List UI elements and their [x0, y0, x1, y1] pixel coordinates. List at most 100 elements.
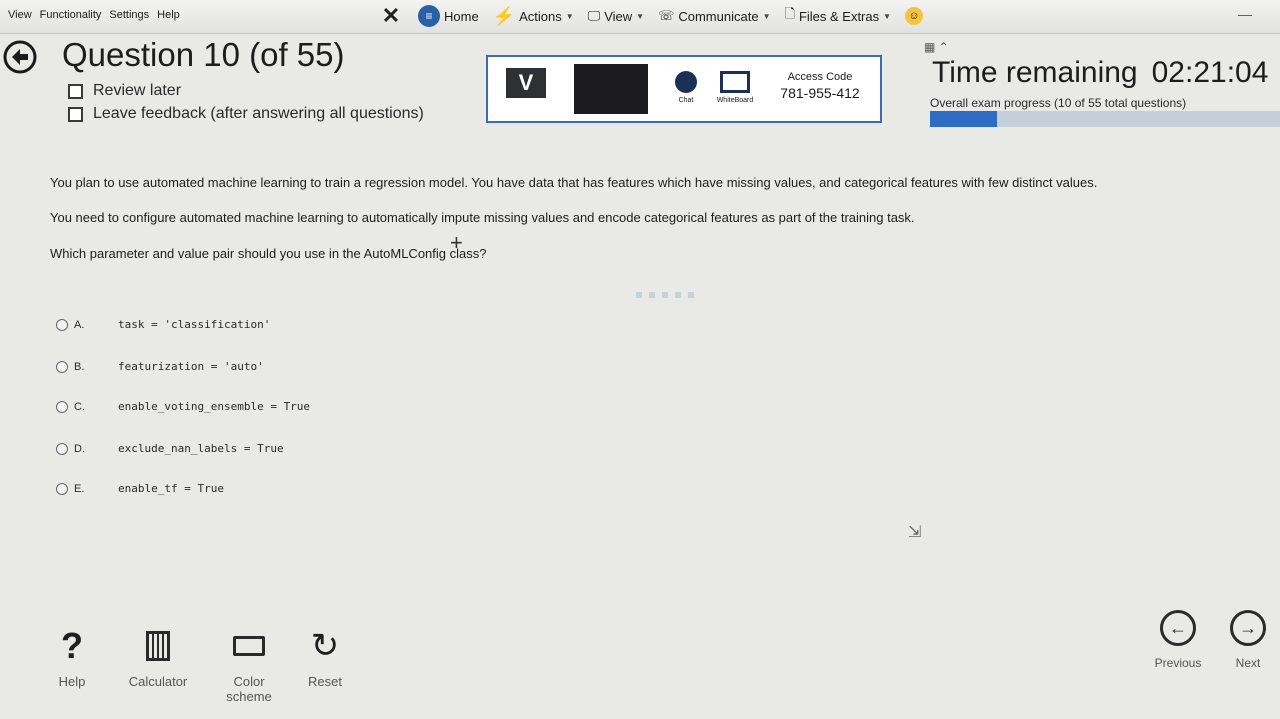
chat-bubble-icon — [675, 71, 697, 93]
exam-progress-fill — [930, 111, 997, 127]
communicate-menu[interactable]: ☏ Communicate ▼ — [658, 2, 770, 30]
checkbox-icon — [68, 83, 83, 99]
time-remaining-label: Time remaining — [932, 56, 1138, 89]
radio-button[interactable] — [56, 482, 68, 495]
question-paragraph: You need to configure automated machine … — [50, 210, 915, 225]
home-icon: ≡ — [418, 5, 440, 27]
review-later-checkbox[interactable]: Review later — [68, 82, 181, 100]
menu-bar: View Functionality Settings Help — [8, 9, 180, 21]
smiley-icon: ☺ — [905, 7, 924, 25]
lightning-icon: ⚡ — [492, 5, 516, 26]
webcam-video — [574, 64, 648, 114]
option-code: enable_voting_ensemble = True — [118, 400, 311, 413]
home-button[interactable]: ≡ Home — [418, 2, 479, 30]
exam-progress-bar — [930, 111, 1280, 127]
option-code: featurization = 'auto' — [118, 360, 264, 373]
remote-session-panel: V Chat WhiteBoard Access Code 781-955-41… — [486, 55, 882, 123]
help-label: Help — [58, 674, 86, 689]
help-button[interactable]: ? Help — [52, 625, 92, 689]
view-label: View — [604, 8, 633, 24]
option-letter: C. — [74, 400, 85, 413]
reset-label: Reset — [308, 674, 342, 689]
radio-button[interactable] — [56, 360, 68, 373]
option-code: task = 'classification' — [118, 318, 271, 331]
reset-icon: ↻ — [310, 627, 340, 665]
vendor-logo: V — [506, 68, 546, 98]
radio-button[interactable] — [56, 442, 68, 455]
calculator-icon — [146, 631, 170, 661]
arrow-left-icon: ← — [1160, 610, 1196, 646]
files-extras-menu[interactable]: 🗋 Files & Extras ▼ — [784, 2, 891, 30]
loading-dots — [636, 292, 694, 298]
menu-functionality[interactable]: Functionality — [40, 9, 102, 21]
option-letter: A. — [74, 318, 85, 331]
previous-button[interactable]: ← Previous — [1150, 610, 1206, 670]
files-label: Files & Extras — [798, 8, 880, 24]
actions-menu[interactable]: ⚡ Actions ▼ — [493, 2, 574, 30]
color-scheme-button[interactable]: Color scheme — [212, 626, 286, 704]
whiteboard-icon — [720, 71, 750, 93]
caret-down-icon: ▼ — [565, 11, 574, 21]
session-toolbar: ✕ ≡ Home ⚡ Actions ▼ 🖵 View ▼ ☏ Communic… — [378, 2, 924, 30]
communicate-icon: ☏ — [658, 8, 675, 23]
question-mark-icon: ? — [61, 625, 83, 666]
dot — [662, 292, 668, 298]
radio-button[interactable] — [56, 318, 68, 331]
caret-down-icon: ▼ — [883, 11, 892, 21]
answer-option-d[interactable]: D. exclude_nan_labels = True — [56, 442, 284, 455]
close-session-button[interactable]: ✕ — [378, 2, 404, 30]
option-letter: D. — [74, 442, 85, 455]
reset-button[interactable]: ↻ Reset — [300, 626, 350, 689]
dot — [636, 292, 642, 298]
feedback-smiley-button[interactable]: ☺ — [905, 2, 924, 30]
dot — [688, 292, 694, 298]
leave-feedback-checkbox[interactable]: Leave feedback (after answering all ques… — [68, 105, 424, 123]
next-button[interactable]: → Next — [1228, 610, 1268, 670]
caret-down-icon: ▼ — [762, 11, 771, 21]
leave-feedback-label: Leave feedback (after answering all ques… — [93, 105, 424, 122]
access-code-value: 781-955-412 — [780, 85, 860, 101]
chat-label: Chat — [678, 97, 694, 104]
home-label: Home — [444, 8, 479, 24]
close-icon: ✕ — [381, 3, 401, 28]
expand-collapse-icon[interactable]: ▦ ⌃ — [924, 40, 949, 54]
option-letter: B. — [74, 360, 85, 373]
question-paragraph: You plan to use automated machine learni… — [50, 175, 1098, 190]
color-scheme-label: Color scheme — [226, 674, 272, 704]
question-prompt: Which parameter and value pair should yo… — [50, 246, 487, 261]
question-title: Question 10 (of 55) — [62, 36, 345, 73]
answer-option-e[interactable]: E. enable_tf = True — [56, 482, 224, 495]
whiteboard-label: WhiteBoard — [716, 97, 754, 104]
arrow-right-icon: → — [1230, 610, 1266, 646]
caret-down-icon: ▼ — [636, 11, 645, 21]
mouse-pointer-icon: ⇲ — [908, 524, 922, 541]
menu-help[interactable]: Help — [157, 9, 180, 21]
review-later-label: Review later — [93, 82, 182, 99]
communicate-label: Communicate — [678, 8, 759, 24]
answer-option-b[interactable]: B. featurization = 'auto' — [56, 360, 264, 373]
time-remaining-value: 02:21:04 — [1151, 56, 1269, 89]
remote-toolbar: View Functionality Settings Help ✕ ≡ Hom… — [0, 0, 1280, 34]
menu-view[interactable]: View — [8, 9, 32, 21]
answer-option-a[interactable]: A. task = 'classification' — [56, 318, 270, 331]
exam-progress-label: Overall exam progress (10 of 55 total qu… — [930, 96, 1187, 110]
file-icon: 🗋 — [784, 6, 795, 21]
option-code: enable_tf = True — [118, 482, 224, 495]
crosshair-cursor-icon: + — [450, 230, 463, 255]
calculator-button[interactable]: Calculator — [118, 626, 198, 689]
whiteboard-button[interactable]: WhiteBoard — [710, 71, 760, 104]
menu-settings[interactable]: Settings — [109, 9, 149, 21]
actions-label: Actions — [519, 8, 562, 24]
option-letter: E. — [74, 482, 85, 495]
dot — [649, 292, 655, 298]
access-code-label: Access Code — [787, 71, 853, 83]
view-menu[interactable]: 🖵 View ▼ — [588, 2, 644, 30]
monitor-icon — [233, 636, 265, 656]
minimize-icon[interactable]: — — [1238, 6, 1252, 22]
back-arrow-icon[interactable] — [0, 40, 44, 74]
answer-option-c[interactable]: C. enable_voting_ensemble = True — [56, 400, 310, 413]
dot — [675, 292, 681, 298]
access-code-block: Access Code 781-955-412 — [768, 71, 872, 101]
radio-button[interactable] — [56, 400, 68, 413]
chat-button[interactable]: Chat — [672, 71, 700, 104]
